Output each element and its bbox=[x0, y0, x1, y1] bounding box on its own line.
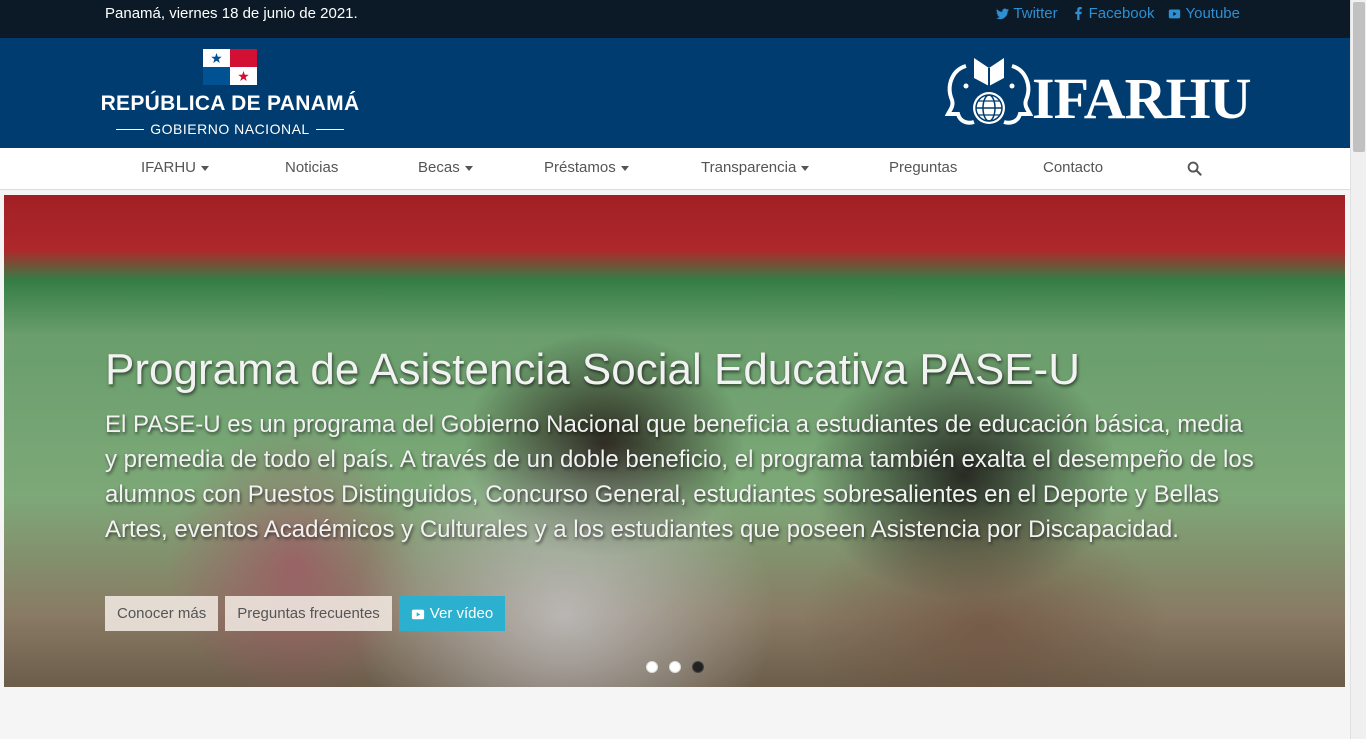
preguntas-frecuentes-button[interactable]: Preguntas frecuentes bbox=[225, 596, 392, 631]
nav-label: IFARHU bbox=[141, 159, 197, 176]
panama-flag-icon bbox=[203, 49, 257, 85]
gov-title: REPÚBLICA DE PANAMÁ bbox=[100, 92, 360, 115]
facebook-label: Facebook bbox=[1088, 5, 1155, 22]
divider-line bbox=[116, 128, 145, 130]
nav-label: Becas bbox=[418, 159, 460, 176]
twitter-label: Twitter bbox=[1013, 5, 1058, 22]
caret-down-icon bbox=[801, 166, 810, 171]
nav-label: Noticias bbox=[285, 159, 339, 176]
nav-item-ifarhu[interactable]: IFARHU bbox=[141, 159, 210, 176]
twitter-link[interactable]: Twitter bbox=[996, 5, 1058, 22]
youtube-icon bbox=[411, 609, 424, 619]
hero-slider: Programa de Asistencia Social Educativa … bbox=[4, 195, 1345, 687]
gobierno-nacional-logo[interactable]: REPÚBLICA DE PANAMÁ GOBIERNO NACIONAL bbox=[100, 48, 360, 140]
site-header: REPÚBLICA DE PANAMÁ GOBIERNO NACIONAL IF… bbox=[0, 38, 1350, 148]
slider-indicators bbox=[646, 661, 704, 673]
nav-item-transparencia[interactable]: Transparencia bbox=[701, 159, 810, 176]
hero-buttons: Conocer más Preguntas frecuentes Ver víd… bbox=[105, 596, 506, 631]
divider-line bbox=[315, 128, 344, 130]
nav-item-becas[interactable]: Becas bbox=[418, 159, 473, 176]
button-label: Conocer más bbox=[117, 605, 207, 622]
caret-down-icon bbox=[201, 166, 210, 171]
ifarhu-wordmark: IFARHU bbox=[1032, 66, 1251, 131]
button-label: Preguntas frecuentes bbox=[237, 605, 380, 622]
facebook-icon bbox=[1074, 7, 1082, 20]
nav-item-contacto[interactable]: Contacto bbox=[1043, 159, 1103, 176]
top-bar: Panamá, viernes 18 de junio de 2021. Twi… bbox=[0, 0, 1350, 38]
youtube-icon bbox=[1169, 9, 1181, 19]
gov-subtitle-row: GOBIERNO NACIONAL bbox=[100, 121, 360, 137]
ifarhu-logo[interactable]: IFARHU bbox=[944, 52, 1254, 132]
slide-dot[interactable] bbox=[646, 661, 658, 673]
slide-dot-active[interactable] bbox=[692, 661, 704, 673]
nav-label: Contacto bbox=[1043, 159, 1104, 176]
caret-down-icon bbox=[620, 166, 629, 171]
button-label: Ver vídeo bbox=[429, 605, 494, 622]
ifarhu-emblem-icon bbox=[944, 58, 1034, 125]
nav-item-prestamos[interactable]: Préstamos bbox=[544, 159, 629, 176]
nav-label: Transparencia bbox=[701, 159, 797, 176]
ver-video-button[interactable]: Ver vídeo bbox=[398, 596, 506, 631]
scrollbar-thumb[interactable] bbox=[1353, 2, 1365, 152]
social-links: Twitter Facebook Youtube bbox=[996, 5, 1240, 22]
nav-item-noticias[interactable]: Noticias bbox=[285, 159, 338, 176]
slide-dot[interactable] bbox=[669, 661, 681, 673]
twitter-icon bbox=[996, 8, 1010, 20]
search-icon[interactable] bbox=[1187, 161, 1202, 176]
nav-label: Preguntas bbox=[889, 159, 958, 176]
gov-subtitle: GOBIERNO NACIONAL bbox=[150, 121, 310, 137]
caret-down-icon bbox=[464, 166, 473, 171]
conocer-mas-button[interactable]: Conocer más bbox=[105, 596, 219, 631]
youtube-label: Youtube bbox=[1185, 5, 1240, 22]
facebook-link[interactable]: Facebook bbox=[1072, 5, 1155, 22]
hero-description: El PASE-U es un programa del Gobierno Na… bbox=[105, 411, 1254, 543]
page-scrollbar[interactable] bbox=[1350, 0, 1366, 739]
main-nav: IFARHU Noticias Becas Préstamos Transpar… bbox=[0, 148, 1350, 190]
youtube-link[interactable]: Youtube bbox=[1168, 5, 1240, 22]
nav-label: Préstamos bbox=[544, 159, 616, 176]
current-date: Panamá, viernes 18 de junio de 2021. bbox=[105, 5, 358, 22]
nav-item-preguntas[interactable]: Preguntas bbox=[889, 159, 957, 176]
hero-title: Programa de Asistencia Social Educativa … bbox=[105, 345, 1080, 394]
